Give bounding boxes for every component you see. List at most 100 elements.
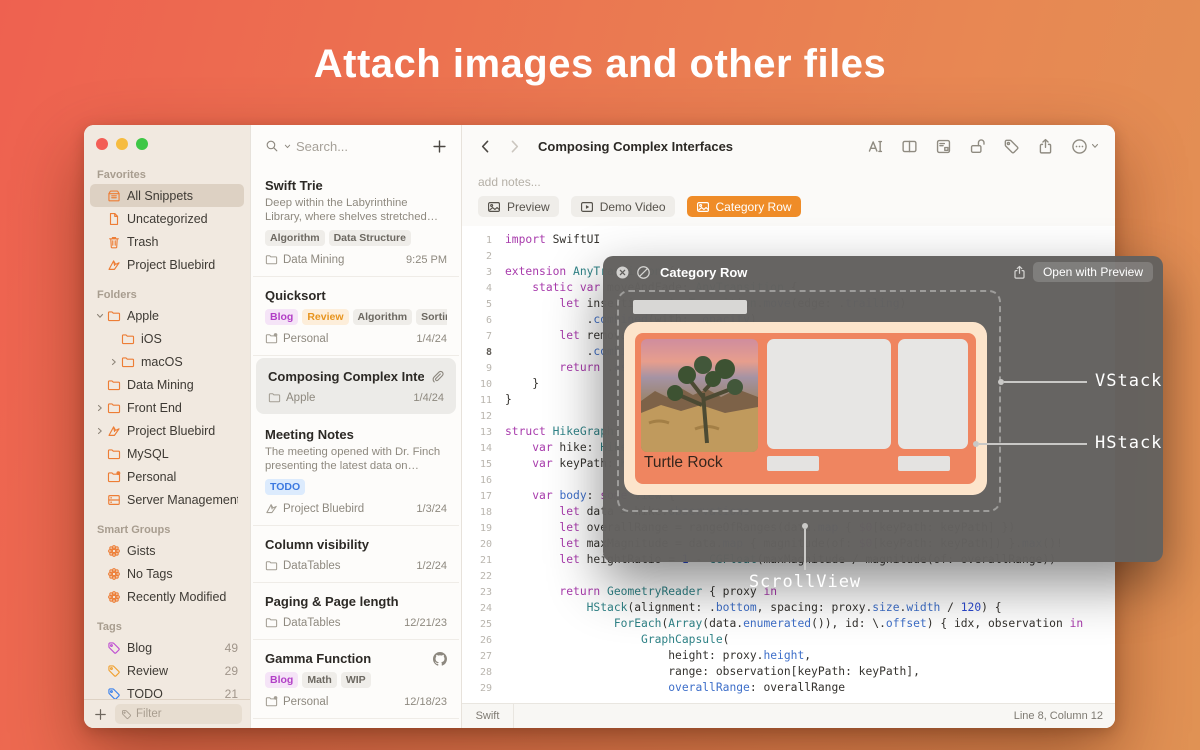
snippet-item-title: Column visibility [265,537,447,552]
list-item-gamma-function[interactable]: Gamma FunctionBlogMathWIPPersonal12/18/2… [253,640,459,719]
sidebar-item-blog[interactable]: Blog49 [90,636,244,659]
sidebar-item-label: Project Bluebird [127,258,238,272]
zoom-window-button[interactable] [136,138,148,150]
tag-chip-blog[interactable]: Blog [265,309,298,325]
attachment-chip-category-row[interactable]: Category Row [687,196,801,217]
tag-chip-algorithm[interactable]: Algorithm [265,230,325,246]
line-number: 19 [462,520,492,536]
document-icon [107,212,121,226]
text-format-icon[interactable] [867,138,884,155]
sidebar-item-apple[interactable]: Apple [90,304,244,327]
search-input[interactable]: Search... [296,139,427,154]
tag-chip-blog[interactable]: Blog [265,672,298,688]
notes-input[interactable]: add notes... [478,175,1099,189]
attachment-chip-demo-video[interactable]: Demo Video [571,196,675,217]
language-badge[interactable]: Swift [462,704,514,728]
split-view-icon[interactable] [901,138,918,155]
forward-icon[interactable] [507,139,522,154]
sidebar-item-macos[interactable]: macOS [90,350,244,373]
list-item-swift-trie[interactable]: Swift TrieDeep within the Labyrinthine L… [253,167,459,277]
lock-open-icon[interactable] [969,138,986,155]
sidebar-item-no-tags[interactable]: No Tags [90,562,244,585]
code-text: } [492,376,539,392]
sidebar-item-project-bluebird[interactable]: Project Bluebird [90,253,244,276]
list-item-meeting-notes[interactable]: Meeting NotesThe meeting opened with Dr.… [253,416,459,526]
tag-icon[interactable] [1003,138,1020,155]
list-item-paging-page-length[interactable]: Paging & Page lengthDataTables12/21/23 [253,583,459,640]
close-window-button[interactable] [96,138,108,150]
new-snippet-button[interactable] [432,139,447,154]
snippet-list-panel: Search... Swift TrieDeep within the Laby… [250,125,462,728]
line-number: 26 [462,632,492,648]
code-text [492,472,505,488]
sidebar-item-data-mining[interactable]: Data Mining [90,373,244,396]
list-item-composing-complex-interfaces[interactable]: Composing Complex InterfacesApple1/4/24 [256,358,456,414]
search-scope-chevron-icon[interactable] [284,143,291,150]
section-header-favorites: Favorites [97,169,244,181]
open-with-preview-button[interactable]: Open with Preview [1033,262,1153,282]
code-text: ForEach(Array(data.enumerated()), id: \.… [492,616,1083,632]
preview-card-icon[interactable] [935,138,952,155]
sidebar-item-uncategorized[interactable]: Uncategorized [90,207,244,230]
line-number: 9 [462,360,492,376]
ellipsis-circle-icon [1071,138,1088,155]
folder-icon [107,378,121,392]
sidebar-item-gists[interactable]: Gists [90,539,244,562]
tag-chip-review[interactable]: Review [302,309,348,325]
tag-count: 29 [225,664,238,678]
tag-chip-sorting[interactable]: Sorting [416,309,447,325]
line-number: 3 [462,264,492,280]
sidebar-item-ios[interactable]: iOS [90,327,244,350]
remove-attachment-icon[interactable] [636,265,651,280]
chevron-right-icon[interactable] [110,358,121,366]
chevron-right-icon[interactable] [96,427,107,435]
sidebar-item-label: Trash [127,235,238,249]
placeholder-image-2 [898,339,968,449]
sidebar-item-server-management[interactable]: Server Management [90,488,244,511]
list-item-quicksort[interactable]: QuicksortBlogReviewAlgorithmSorting+2Per… [253,277,459,356]
snippet-item-title: Meeting Notes [265,427,447,442]
folder-badge-icon [107,470,121,484]
share-icon[interactable] [1037,138,1054,155]
line-number: 12 [462,408,492,424]
sidebar-item-label: No Tags [127,567,238,581]
minimize-window-button[interactable] [116,138,128,150]
hstack-callout-line [979,443,1087,445]
back-icon[interactable] [478,139,493,154]
sidebar-item-front-end[interactable]: Front End [90,396,244,419]
popup-share-icon[interactable] [1012,265,1027,280]
code-text [492,248,505,264]
add-folder-icon[interactable] [94,708,107,721]
sidebar-item-personal[interactable]: Personal [90,465,244,488]
vstack-label: VStack [1095,371,1162,391]
more-menu-button[interactable] [1071,138,1099,155]
sidebar-item-trash[interactable]: Trash [90,230,244,253]
tag-chip-algorithm[interactable]: Algorithm [353,309,413,325]
attachment-chip-preview[interactable]: Preview [478,196,559,217]
sidebar-item-mysql[interactable]: MySQL [90,442,244,465]
snippet-item-title: Quicksort [265,288,447,303]
list-item-date-formatter[interactable]: Date FormatterInstances of NSDateFormatt… [253,719,459,728]
tag-chip-todo[interactable]: TODO [265,479,305,495]
tag-chip-wip[interactable]: WIP [341,672,371,688]
chevron-right-icon[interactable] [96,404,107,412]
chevron-down-icon[interactable] [96,312,107,320]
close-icon[interactable] [615,265,630,280]
sidebar-item-label: Personal [127,470,238,484]
vstack-callout-line [1004,381,1087,383]
tag-chip-math[interactable]: Math [302,672,337,688]
line-number: 1 [462,232,492,248]
sidebar-item-label: Project Bluebird [127,424,238,438]
popup-header: Category Row Open with Preview [603,256,1163,288]
sidebar-item-recently-modified[interactable]: Recently Modified [90,585,244,608]
filter-input[interactable]: Filter [115,704,242,724]
snippet-date: 1/3/24 [416,503,447,515]
attachment-label: Preview [507,200,550,214]
notes-area: add notes... Preview Demo Video Category R… [462,167,1115,226]
tag-chip-data-structure[interactable]: Data Structure [329,230,411,246]
sidebar-item-review[interactable]: Review29 [90,659,244,682]
attachment-label: Demo Video [600,200,666,214]
sidebar-item-project-bluebird[interactable]: Project Bluebird [90,419,244,442]
sidebar-item-all-snippets[interactable]: All Snippets [90,184,244,207]
list-item-column-visibility[interactable]: Column visibilityDataTables1/2/24 [253,526,459,583]
